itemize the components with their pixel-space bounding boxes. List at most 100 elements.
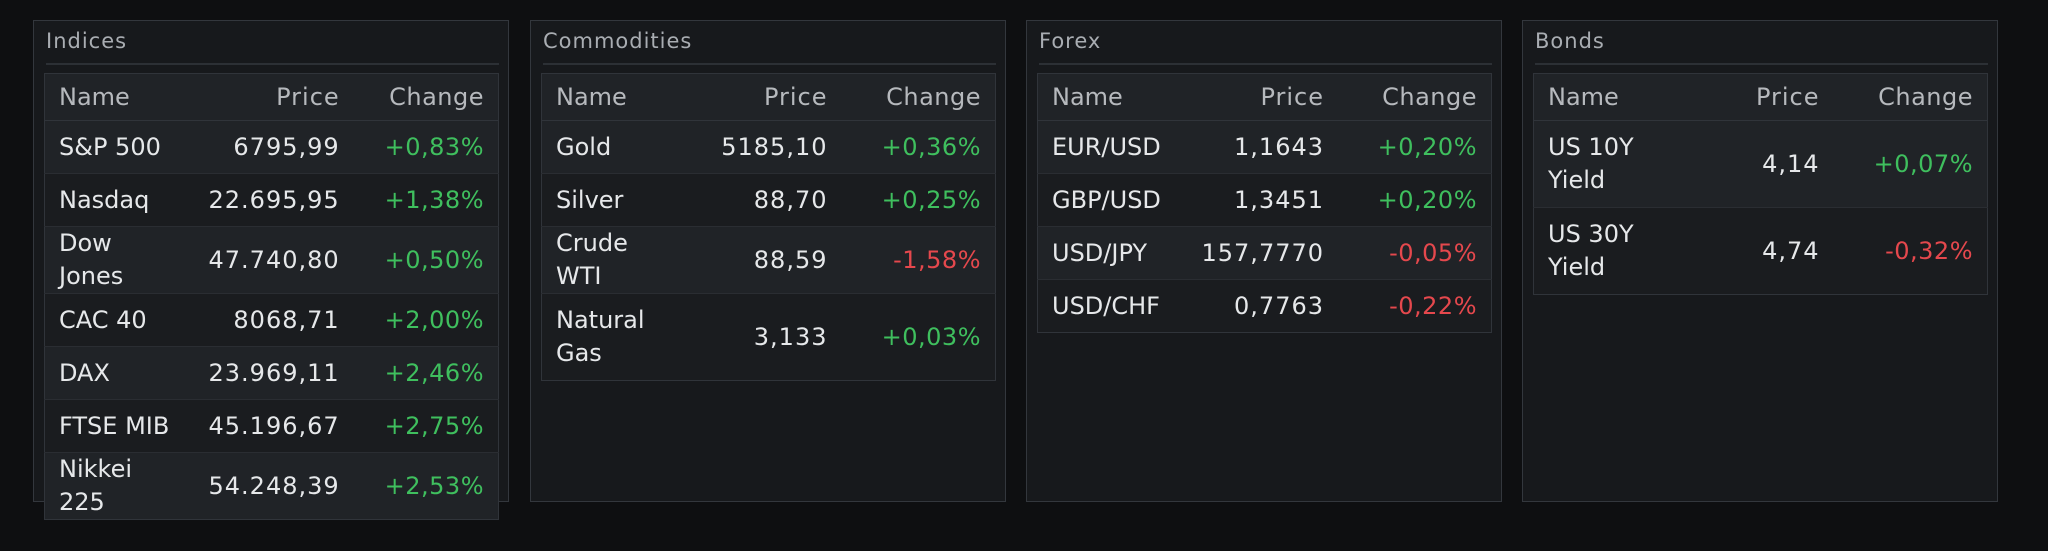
- table-row[interactable]: CAC 40 8068,71 +2,00%: [44, 293, 499, 347]
- table-row[interactable]: Gold 5185,10 +0,36%: [541, 120, 996, 174]
- panel-bonds: Bonds Name Price Change US 10Y Yield 4,1…: [1522, 20, 1998, 502]
- table-row[interactable]: Natural Gas 3,133 +0,03%: [541, 293, 996, 381]
- panel-title: Forex: [1039, 29, 1102, 53]
- instrument-price: 1,1643: [1187, 120, 1339, 174]
- instrument-name: Nikkei 225: [44, 452, 195, 520]
- instrument-name: USD/JPY: [1037, 226, 1188, 280]
- panel-commodities: Commodities Name Price Change Gold 5185,…: [530, 20, 1006, 502]
- instrument-name: S&P 500: [44, 120, 195, 174]
- instrument-price: 88,70: [691, 173, 842, 227]
- instrument-price: 23.969,11: [194, 346, 354, 400]
- table-row[interactable]: USD/JPY 157,7770 -0,05%: [1037, 226, 1492, 280]
- instrument-name: Crude WTI: [541, 226, 692, 294]
- market-table-commodities: Name Price Change Gold 5185,10 +0,36% Si…: [541, 73, 996, 381]
- market-table-bonds: Name Price Change US 10Y Yield 4,14 +0,0…: [1533, 73, 1988, 295]
- column-header-name[interactable]: Name: [1037, 73, 1188, 121]
- instrument-name: Natural Gas: [541, 293, 692, 381]
- instrument-price: 157,7770: [1187, 226, 1339, 280]
- column-header-price[interactable]: Price: [1683, 73, 1834, 121]
- instrument-change: -0,32%: [1833, 207, 1988, 295]
- column-header-price[interactable]: Price: [194, 73, 354, 121]
- instrument-name: Gold: [541, 120, 692, 174]
- panel-title: Commodities: [543, 29, 693, 53]
- instrument-name: Silver: [541, 173, 692, 227]
- instrument-name: DAX: [44, 346, 195, 400]
- table-row[interactable]: US 30Y Yield 4,74 -0,32%: [1533, 207, 1988, 295]
- panel-title: Indices: [46, 29, 128, 53]
- instrument-price: 1,3451: [1187, 173, 1339, 227]
- instrument-name: Dow Jones: [44, 226, 195, 294]
- market-table-forex: Name Price Change EUR/USD 1,1643 +0,20% …: [1037, 73, 1492, 333]
- instrument-name: GBP/USD: [1037, 173, 1188, 227]
- panel-divider: [1039, 63, 1492, 65]
- instrument-name: USD/CHF: [1037, 279, 1188, 333]
- instrument-price: 3,133: [691, 293, 842, 381]
- instrument-change: +0,25%: [841, 173, 996, 227]
- panel-divider: [46, 63, 499, 65]
- table-row[interactable]: US 10Y Yield 4,14 +0,07%: [1533, 120, 1988, 208]
- table-row[interactable]: Dow Jones 47.740,80 +0,50%: [44, 226, 499, 294]
- table-header-row: Name Price Change: [1037, 73, 1492, 121]
- panel-divider: [1535, 63, 1988, 65]
- table-row[interactable]: Nasdaq 22.695,95 +1,38%: [44, 173, 499, 227]
- instrument-change: +0,20%: [1338, 120, 1492, 174]
- instrument-price: 8068,71: [194, 293, 354, 347]
- table-row[interactable]: FTSE MIB 45.196,67 +2,75%: [44, 399, 499, 453]
- instrument-change: +0,50%: [353, 226, 499, 294]
- instrument-change: -1,58%: [841, 226, 996, 294]
- instrument-name: CAC 40: [44, 293, 195, 347]
- table-header-row: Name Price Change: [44, 73, 499, 121]
- instrument-price: 4,14: [1683, 120, 1834, 208]
- column-header-name[interactable]: Name: [1533, 73, 1684, 121]
- instrument-change: +0,20%: [1338, 173, 1492, 227]
- table-row[interactable]: GBP/USD 1,3451 +0,20%: [1037, 173, 1492, 227]
- instrument-price: 22.695,95: [194, 173, 354, 227]
- column-header-price[interactable]: Price: [1187, 73, 1339, 121]
- instrument-name: EUR/USD: [1037, 120, 1188, 174]
- table-header-row: Name Price Change: [1533, 73, 1988, 121]
- column-header-change[interactable]: Change: [841, 73, 996, 121]
- instrument-name: FTSE MIB: [44, 399, 195, 453]
- instrument-change: +0,83%: [353, 120, 499, 174]
- table-row[interactable]: EUR/USD 1,1643 +0,20%: [1037, 120, 1492, 174]
- table-row[interactable]: DAX 23.969,11 +2,46%: [44, 346, 499, 400]
- instrument-price: 5185,10: [691, 120, 842, 174]
- instrument-change: +2,00%: [353, 293, 499, 347]
- column-header-change[interactable]: Change: [1833, 73, 1988, 121]
- instrument-name: US 10Y Yield: [1533, 120, 1684, 208]
- table-row[interactable]: Silver 88,70 +0,25%: [541, 173, 996, 227]
- instrument-change: +0,03%: [841, 293, 996, 381]
- instrument-change: +2,75%: [353, 399, 499, 453]
- instrument-name: Nasdaq: [44, 173, 195, 227]
- instrument-change: +2,46%: [353, 346, 499, 400]
- instrument-change: +1,38%: [353, 173, 499, 227]
- table-header-row: Name Price Change: [541, 73, 996, 121]
- panel-divider: [543, 63, 996, 65]
- table-row[interactable]: Nikkei 225 54.248,39 +2,53%: [44, 452, 499, 520]
- instrument-change: +0,36%: [841, 120, 996, 174]
- instrument-change: +0,07%: [1833, 120, 1988, 208]
- instrument-price: 0,7763: [1187, 279, 1339, 333]
- panel-title: Bonds: [1535, 29, 1605, 53]
- instrument-price: 45.196,67: [194, 399, 354, 453]
- instrument-price: 88,59: [691, 226, 842, 294]
- panel-forex: Forex Name Price Change EUR/USD 1,1643 +…: [1026, 20, 1502, 502]
- column-header-price[interactable]: Price: [691, 73, 842, 121]
- column-header-change[interactable]: Change: [1338, 73, 1492, 121]
- table-row[interactable]: Crude WTI 88,59 -1,58%: [541, 226, 996, 294]
- instrument-price: 54.248,39: [194, 452, 354, 520]
- instrument-price: 6795,99: [194, 120, 354, 174]
- table-row[interactable]: S&P 500 6795,99 +0,83%: [44, 120, 499, 174]
- column-header-name[interactable]: Name: [541, 73, 692, 121]
- panel-indices: Indices Name Price Change S&P 500 6795,9…: [33, 20, 509, 520]
- column-header-change[interactable]: Change: [353, 73, 499, 121]
- instrument-change: -0,05%: [1338, 226, 1492, 280]
- instrument-change: -0,22%: [1338, 279, 1492, 333]
- instrument-change: +2,53%: [353, 452, 499, 520]
- column-header-name[interactable]: Name: [44, 73, 195, 121]
- table-row[interactable]: USD/CHF 0,7763 -0,22%: [1037, 279, 1492, 333]
- instrument-name: US 30Y Yield: [1533, 207, 1684, 295]
- instrument-price: 47.740,80: [194, 226, 354, 294]
- market-table-indices: Name Price Change S&P 500 6795,99 +0,83%…: [44, 73, 499, 520]
- instrument-price: 4,74: [1683, 207, 1834, 295]
